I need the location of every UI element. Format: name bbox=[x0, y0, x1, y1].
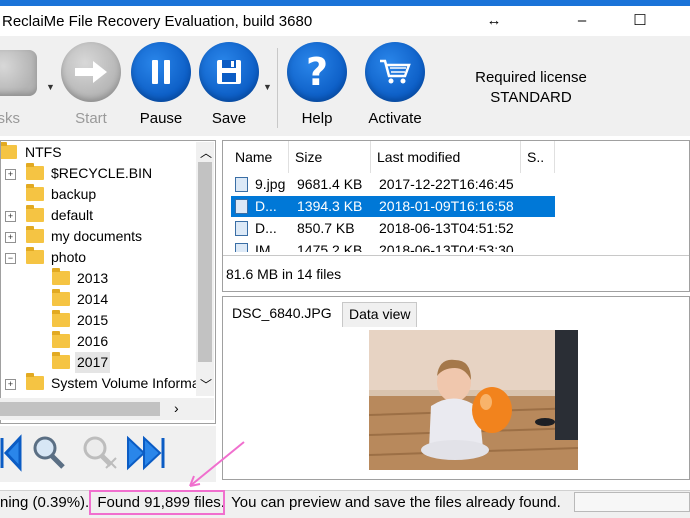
pause-label: Pause bbox=[139, 110, 183, 127]
previous-button[interactable] bbox=[0, 434, 22, 472]
collapse-icon[interactable]: − bbox=[5, 253, 16, 264]
found-highlight-box bbox=[89, 490, 225, 515]
tree-horizontal-scrollbar[interactable]: › bbox=[0, 398, 214, 420]
window-title: ReclaiMe File Recovery Evaluation, build… bbox=[2, 13, 313, 30]
column-name[interactable]: Name bbox=[229, 141, 289, 173]
scroll-thumb[interactable] bbox=[198, 162, 212, 362]
tree-item-2017[interactable]: 2017 bbox=[1, 352, 121, 373]
activate-label: Activate bbox=[368, 110, 422, 127]
license-line1: Required license bbox=[475, 69, 587, 86]
file-row-selected[interactable]: D... 1394.3 KB 2018-01-09T16:16:58 bbox=[231, 196, 555, 217]
fast-forward-icon bbox=[127, 435, 162, 471]
search-clear-button[interactable] bbox=[80, 432, 120, 472]
next-button[interactable] bbox=[126, 434, 166, 472]
save-button[interactable]: Save bbox=[196, 42, 262, 127]
disks-button[interactable]: isks bbox=[0, 42, 42, 127]
start-label: Start bbox=[75, 110, 107, 127]
help-button[interactable]: ? Help bbox=[284, 42, 350, 127]
disks-label: isks bbox=[0, 110, 20, 127]
file-row[interactable]: IM... 1475.2 KB 2018-06-13T04:53:30 bbox=[231, 240, 555, 252]
column-last-modified[interactable]: Last modified bbox=[371, 141, 521, 173]
folder-icon bbox=[26, 205, 44, 222]
image-file-icon bbox=[235, 243, 248, 252]
expand-icon[interactable]: + bbox=[5, 169, 16, 180]
rewind-icon bbox=[0, 434, 22, 472]
column-size[interactable]: Size bbox=[289, 141, 371, 173]
folder-icon bbox=[52, 310, 70, 327]
disk-drive-icon bbox=[0, 50, 37, 96]
file-row[interactable]: 9.jpg 9681.4 KB 2017-12-22T16:46:45 bbox=[231, 174, 555, 195]
list-divider bbox=[223, 255, 689, 256]
folder-icon bbox=[52, 268, 70, 285]
arrow-right-icon bbox=[61, 42, 121, 102]
scroll-up-icon[interactable]: ︿ bbox=[200, 144, 212, 161]
question-mark-icon: ? bbox=[287, 42, 347, 102]
file-row[interactable]: D... 850.7 KB 2018-06-13T04:51:52 bbox=[231, 218, 555, 239]
photo-preview bbox=[369, 330, 578, 470]
search-button[interactable] bbox=[30, 432, 68, 472]
scroll-right-icon[interactable]: › bbox=[174, 400, 179, 416]
status-hint: You can preview and save the files alrea… bbox=[231, 494, 561, 511]
scroll-down-icon[interactable]: ﹀ bbox=[200, 376, 212, 393]
scroll-thumb[interactable] bbox=[0, 402, 160, 416]
activate-button[interactable]: Activate bbox=[362, 42, 428, 127]
pause-icon bbox=[131, 42, 191, 102]
folder-icon bbox=[52, 289, 70, 306]
help-label: Help bbox=[301, 110, 333, 127]
folder-tree[interactable]: NTFS + $RECYCLE.BIN backup + default + m… bbox=[0, 140, 216, 424]
status-progress: ning (0.39%). bbox=[0, 494, 90, 511]
folder-icon bbox=[26, 226, 44, 243]
tree-vertical-scrollbar[interactable]: ︿ ﹀ bbox=[196, 142, 214, 396]
save-dropdown-icon[interactable]: ▼ bbox=[263, 82, 272, 92]
folder-icon bbox=[26, 247, 44, 264]
search-clear-icon bbox=[83, 436, 107, 460]
folder-icon bbox=[26, 184, 44, 201]
floppy-disk-icon bbox=[199, 42, 259, 102]
disks-dropdown-icon[interactable]: ▼ bbox=[46, 82, 55, 92]
expand-icon[interactable]: + bbox=[5, 232, 16, 243]
folder-icon bbox=[52, 352, 70, 369]
folder-icon bbox=[26, 373, 44, 390]
pause-button[interactable]: Pause bbox=[128, 42, 194, 127]
minimize-button[interactable]: – bbox=[562, 8, 602, 36]
image-file-icon bbox=[235, 199, 248, 214]
maximize-button[interactable]: ☐ bbox=[620, 8, 660, 36]
image-file-icon bbox=[235, 221, 248, 236]
column-s[interactable]: S.. bbox=[521, 141, 555, 173]
image-file-icon bbox=[235, 177, 248, 192]
tab-data-view[interactable]: Data view bbox=[342, 302, 418, 327]
title-bar: ReclaiMe File Recovery Evaluation, build… bbox=[0, 0, 690, 36]
folder-icon bbox=[26, 163, 44, 180]
tab-file-preview[interactable]: DSC_6840.JPG bbox=[226, 300, 338, 326]
status-text: ning (0.39%). Found 91,899 files. You ca… bbox=[0, 494, 561, 511]
expand-icon[interactable]: + bbox=[5, 379, 16, 390]
license-line2: STANDARD bbox=[490, 89, 572, 106]
annotation-arrow bbox=[180, 438, 250, 492]
expand-icon[interactable]: + bbox=[5, 211, 16, 222]
start-button[interactable]: Start bbox=[58, 42, 124, 127]
status-progress-box bbox=[574, 492, 690, 512]
file-summary: 81.6 MB in 14 files bbox=[226, 266, 342, 282]
shopping-cart-icon bbox=[365, 42, 425, 102]
resize-icon[interactable]: ↔ bbox=[474, 8, 514, 36]
save-label: Save bbox=[211, 110, 247, 127]
folder-icon bbox=[52, 331, 70, 348]
folder-icon bbox=[1, 142, 17, 159]
search-icon bbox=[33, 436, 57, 460]
toolbar: isks ▼ Start Pause Save ▼ ? Help Activat… bbox=[0, 36, 690, 136]
toolbar-separator bbox=[277, 48, 278, 128]
license-info: Required license STANDARD bbox=[468, 68, 594, 108]
